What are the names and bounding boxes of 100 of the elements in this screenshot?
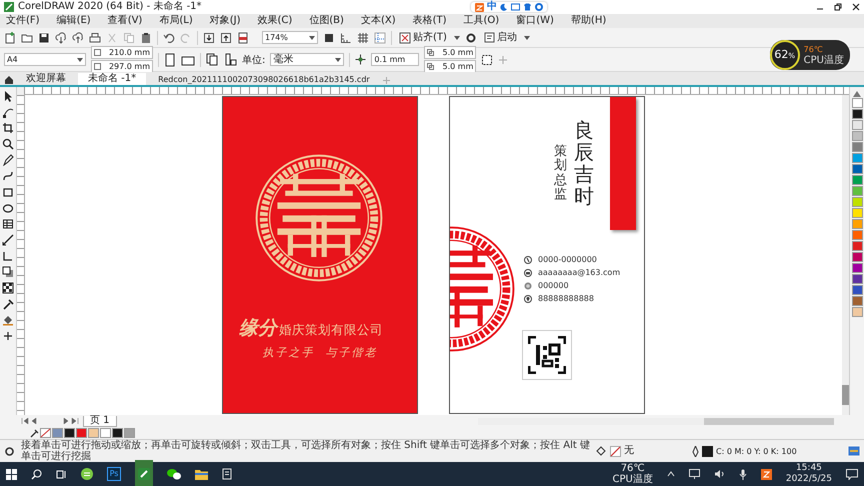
menu-item[interactable]: 编辑(E) <box>56 16 91 26</box>
page-size-dropdown[interactable]: A4 <box>4 53 86 66</box>
menu-item[interactable]: 工具(O) <box>464 16 500 26</box>
document-tab[interactable]: 欢迎屏幕 <box>16 73 76 85</box>
color-swatch[interactable] <box>852 285 862 295</box>
color-swatch[interactable] <box>852 120 862 130</box>
curve-icon[interactable] <box>2 170 14 182</box>
color-swatch[interactable] <box>852 197 862 207</box>
undo-icon[interactable] <box>163 32 175 44</box>
eyedropper-icon[interactable] <box>30 428 39 438</box>
menu-item[interactable]: 布局(L) <box>159 16 193 26</box>
chevron-up-icon[interactable] <box>666 471 675 477</box>
plus-icon[interactable] <box>2 330 14 342</box>
task-view-icon[interactable] <box>56 468 67 480</box>
grid-icon[interactable] <box>357 32 369 44</box>
color-swatch[interactable] <box>852 109 862 119</box>
palette-arrow-icon[interactable] <box>853 91 861 97</box>
close-icon[interactable] <box>852 3 860 11</box>
ellipse-icon[interactable] <box>2 202 14 214</box>
active-app-taskbar-button[interactable] <box>135 460 153 486</box>
caret-icon[interactable] <box>454 36 460 40</box>
home-icon[interactable] <box>4 75 14 85</box>
windows-logo-icon[interactable] <box>6 468 17 480</box>
color-swatch[interactable] <box>52 428 63 438</box>
menu-item[interactable]: 位图(B) <box>309 16 344 26</box>
folder-icon[interactable] <box>21 32 33 44</box>
color-swatch[interactable] <box>88 428 99 438</box>
menu-item[interactable]: 效果(C) <box>257 16 292 26</box>
menu-item[interactable]: 帮助(H) <box>570 16 606 26</box>
all-pages-icon[interactable] <box>206 53 219 66</box>
import-icon[interactable] <box>203 32 215 44</box>
color-swatch[interactable] <box>64 428 75 438</box>
color-swatch[interactable] <box>852 307 862 317</box>
dimension-line-icon[interactable] <box>2 234 14 246</box>
folder-icon[interactable] <box>195 468 208 480</box>
checkerboard-icon[interactable] <box>2 282 14 294</box>
zoom-field[interactable]: 174% <box>262 31 318 44</box>
color-swatch[interactable] <box>852 219 862 229</box>
color-swatch[interactable] <box>852 175 862 185</box>
color-swatch[interactable] <box>852 230 862 240</box>
paste-icon[interactable] <box>140 32 152 44</box>
pen-icon[interactable] <box>2 154 14 166</box>
menu-item[interactable]: 窗口(W) <box>516 16 554 26</box>
ime-logo-icon[interactable] <box>474 2 484 12</box>
app-circle-icon[interactable] <box>81 468 93 480</box>
menu-item[interactable]: 文件(F) <box>6 16 40 26</box>
page-height-field[interactable]: 297.0 mm <box>91 60 153 73</box>
current-page-icon[interactable] <box>224 53 237 66</box>
caret-icon[interactable] <box>524 36 530 40</box>
input-mode-button[interactable]: 中 <box>486 2 497 12</box>
shirt-icon[interactable] <box>522 3 532 11</box>
rectangle-icon[interactable] <box>2 186 14 198</box>
duplicate-x-field[interactable]: 5.0 mm <box>424 46 476 59</box>
color-swatch[interactable] <box>112 428 123 438</box>
horizontal-scrollbar[interactable] <box>478 418 834 424</box>
connector-icon[interactable] <box>2 250 14 262</box>
network-icon[interactable] <box>688 469 700 479</box>
color-swatch[interactable] <box>852 208 862 218</box>
page-width-field[interactable]: 210.0 mm <box>91 46 153 59</box>
color-swatch[interactable] <box>852 186 862 196</box>
landscape-icon[interactable] <box>181 54 195 66</box>
color-settings-icon[interactable] <box>848 446 860 456</box>
document-app-icon[interactable] <box>222 468 234 480</box>
cloud-upload-icon[interactable] <box>72 32 84 44</box>
pointer-icon[interactable] <box>2 90 14 102</box>
speaker-icon[interactable] <box>714 469 725 479</box>
save-icon[interactable] <box>38 32 50 44</box>
paint-bucket-icon[interactable] <box>2 314 14 326</box>
rulers-icon[interactable] <box>340 32 352 44</box>
document-tab[interactable]: 未命名 -1* <box>78 73 146 85</box>
page-navigation-icon[interactable] <box>20 417 80 425</box>
guidelines-icon[interactable] <box>374 32 386 44</box>
color-swatch[interactable] <box>852 252 862 262</box>
fit-page-icon[interactable] <box>323 32 335 44</box>
pdf-icon[interactable] <box>237 32 249 44</box>
color-swatch[interactable] <box>852 263 862 273</box>
units-dropdown[interactable]: 毫米 <box>270 53 344 66</box>
cloud-download-icon[interactable] <box>55 32 67 44</box>
search-icon[interactable] <box>31 468 42 480</box>
node-edit-icon[interactable] <box>2 106 14 118</box>
page-tab[interactable]: 页 1 <box>83 416 117 426</box>
no-color-swatch-icon[interactable] <box>40 428 51 438</box>
menu-item[interactable]: 文本(X) <box>360 16 396 26</box>
color-swatch[interactable] <box>100 428 111 438</box>
moon-icon[interactable] <box>500 3 508 11</box>
color-swatch[interactable] <box>76 428 87 438</box>
color-swatch[interactable] <box>124 428 135 438</box>
photoshop-taskbar-button[interactable]: Ps <box>107 467 121 481</box>
duplicate-y-field[interactable]: 5.0 mm <box>424 60 476 73</box>
microphone-icon[interactable] <box>738 468 747 480</box>
document-tab[interactable]: Redcon_2021111002073098026618b61a2b3145.cdr <box>148 75 380 85</box>
ime-tray-icon[interactable] <box>760 468 772 480</box>
color-swatch[interactable] <box>852 98 862 108</box>
snap-button[interactable]: 贴齐(T) <box>397 32 449 44</box>
color-swatch[interactable] <box>852 274 862 284</box>
menu-item[interactable]: 查看(V) <box>108 16 142 26</box>
zoom-icon[interactable] <box>2 138 14 150</box>
menu-item[interactable]: 对象(J) <box>210 16 240 26</box>
shadow-icon[interactable] <box>2 266 14 278</box>
export-icon[interactable] <box>220 32 232 44</box>
